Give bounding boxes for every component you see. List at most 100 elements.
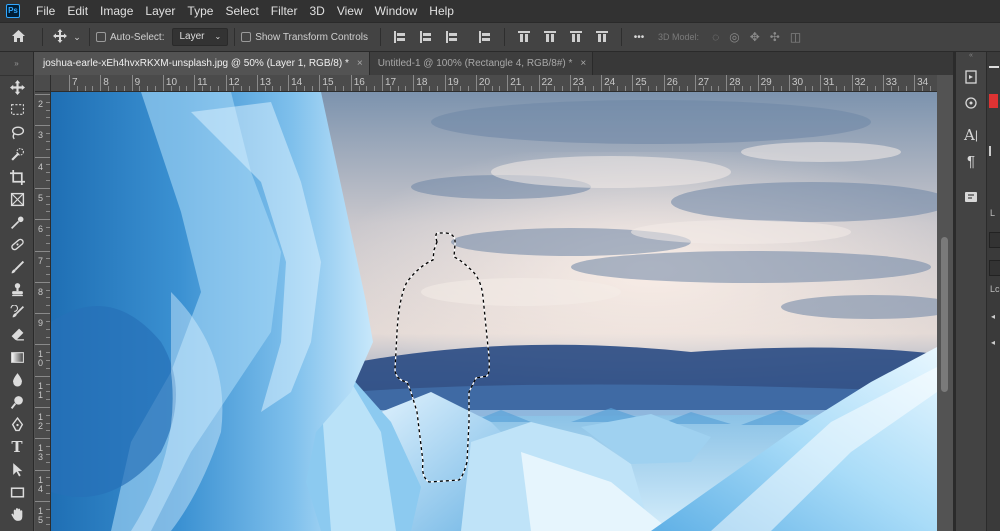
panel-field[interactable] xyxy=(989,232,1000,248)
close-icon[interactable]: × xyxy=(580,58,586,69)
ruler-minor-tick xyxy=(46,360,50,362)
align-right-icon[interactable] xyxy=(446,31,458,43)
distribute-horizontal-icon[interactable] xyxy=(479,31,491,43)
panel-grip[interactable]: « xyxy=(956,52,986,64)
pen-tool[interactable] xyxy=(0,414,34,437)
move-tool-preset-icon[interactable] xyxy=(49,28,71,46)
hand-tool[interactable] xyxy=(0,504,34,527)
eraser-tool[interactable] xyxy=(0,324,34,347)
panel-scroll-handle[interactable] xyxy=(989,146,999,156)
ruler-minor-tick xyxy=(874,86,876,91)
menu-window[interactable]: Window xyxy=(369,0,424,22)
lasso-tool[interactable] xyxy=(0,121,34,144)
menu-file[interactable]: File xyxy=(30,0,61,22)
horizontal-ruler[interactable]: 7 8 9 10 11 12 13 14 15 16 17 18 19 20 21 22 23 24 25 26 27 2… xyxy=(51,75,937,92)
align-vertical-center-icon[interactable] xyxy=(544,31,557,43)
ruler-tick xyxy=(475,75,477,91)
paragraph-icon[interactable]: ¶ xyxy=(956,148,986,174)
history-icon[interactable] xyxy=(956,64,986,90)
type-tool[interactable]: T xyxy=(0,436,34,459)
ruler-minor-tick xyxy=(593,86,595,91)
quick-select-tool[interactable] xyxy=(0,144,34,167)
distribute-vertical-icon[interactable] xyxy=(596,31,609,43)
menu-filter[interactable]: Filter xyxy=(265,0,304,22)
ruler-minor-tick xyxy=(491,86,493,91)
menu-image[interactable]: Image xyxy=(94,0,139,22)
scrollbar-thumb[interactable] xyxy=(941,237,948,392)
menu-view[interactable]: View xyxy=(331,0,369,22)
panel-field[interactable] xyxy=(989,260,1000,276)
3d-slide-icon[interactable]: ✣ xyxy=(770,30,780,44)
panel-label-lc: Lc xyxy=(990,284,1000,294)
frame-tool[interactable] xyxy=(0,189,34,212)
toolbar-grip[interactable]: » xyxy=(0,52,33,76)
menu-select[interactable]: Select xyxy=(219,0,264,22)
ruler-label: 27 xyxy=(698,77,710,88)
ruler-label: 4 xyxy=(38,161,44,172)
marquee-tool[interactable] xyxy=(0,99,34,122)
brush-tool[interactable] xyxy=(0,256,34,279)
ruler-minor-tick xyxy=(46,180,50,182)
home-icon[interactable] xyxy=(0,29,36,46)
align-top-icon[interactable] xyxy=(518,31,531,43)
document-canvas[interactable] xyxy=(51,92,937,531)
auto-select-target-dropdown[interactable]: Layer ⌄ xyxy=(172,28,229,46)
path-select-tool[interactable] xyxy=(0,459,34,482)
vertical-scrollbar[interactable] xyxy=(937,92,953,531)
ruler-minor-tick xyxy=(209,86,211,91)
3d-pan-icon[interactable]: ✥ xyxy=(750,30,760,44)
menu-3d[interactable]: 3D xyxy=(303,0,330,22)
tab-joshua-earle-document[interactable]: joshua-earle-xEh4hvxRKXM-unsplash.jpg @ … xyxy=(35,52,370,75)
ruler-minor-tick xyxy=(46,524,50,526)
panel-arrow-icon[interactable]: ◂ xyxy=(991,312,995,321)
healing-brush-tool[interactable] xyxy=(0,234,34,257)
ruler-tick xyxy=(569,75,571,91)
chevron-down-icon[interactable]: ⌄ xyxy=(71,32,83,43)
panel-label-l: L xyxy=(990,208,996,218)
rectangle-tool[interactable] xyxy=(0,481,34,504)
ruler-label: 30 xyxy=(791,77,804,88)
blur-tool[interactable] xyxy=(0,369,34,392)
ruler-label: 23 xyxy=(572,77,584,88)
ruler-origin[interactable] xyxy=(35,75,51,92)
more-options-icon[interactable]: ••• xyxy=(628,32,650,43)
align-bottom-icon[interactable] xyxy=(570,31,583,43)
panel-tab-indicator[interactable] xyxy=(989,66,999,80)
properties-icon[interactable] xyxy=(956,90,986,116)
menu-help[interactable]: Help xyxy=(423,0,460,22)
history-brush-tool[interactable] xyxy=(0,301,34,324)
align-horizontal-center-icon[interactable] xyxy=(420,31,432,43)
glyphs-icon[interactable] xyxy=(956,184,986,210)
ruler-label: 8 xyxy=(103,77,109,88)
auto-select-checkbox[interactable] xyxy=(96,32,106,42)
align-left-icon[interactable] xyxy=(394,31,406,43)
3d-roll-icon[interactable]: ◎ xyxy=(729,30,739,44)
show-transform-checkbox[interactable] xyxy=(241,32,252,42)
ruler-minor-tick xyxy=(46,352,50,354)
ruler-tick xyxy=(69,75,70,91)
ruler-label: 13 xyxy=(38,443,44,463)
menu-edit[interactable]: Edit xyxy=(61,0,94,22)
ruler-tick xyxy=(914,75,916,91)
3d-orbit-icon[interactable]: ◌ xyxy=(712,30,719,44)
close-icon[interactable]: × xyxy=(357,58,363,69)
ruler-minor-tick xyxy=(35,125,50,127)
vertical-ruler[interactable]: 2 3 4 5 6 7 8 9 10 11 12 13 14 15 xyxy=(35,92,51,531)
ruler-minor-tick xyxy=(280,86,282,91)
menu-layer[interactable]: Layer xyxy=(139,0,181,22)
ruler-minor-tick xyxy=(812,86,814,91)
clone-stamp-tool[interactable] xyxy=(0,279,34,302)
dodge-tool[interactable] xyxy=(0,391,34,414)
panel-arrow-icon[interactable]: ◂ xyxy=(991,338,995,347)
character-icon[interactable]: A | xyxy=(956,122,986,148)
eyedropper-tool[interactable] xyxy=(0,211,34,234)
3d-scale-icon[interactable]: ◫ xyxy=(790,30,801,44)
gradient-tool[interactable] xyxy=(0,346,34,369)
ruler-minor-tick xyxy=(46,289,50,291)
menu-type[interactable]: Type xyxy=(181,0,219,22)
ruler-minor-tick xyxy=(522,86,524,91)
tab-untitled-1-document[interactable]: Untitled-1 @ 100% (Rectangle 4, RGB/8#) … xyxy=(369,52,594,75)
move-tool[interactable] xyxy=(0,76,34,99)
crop-tool[interactable] xyxy=(0,166,34,189)
ruler-tick xyxy=(444,75,446,91)
